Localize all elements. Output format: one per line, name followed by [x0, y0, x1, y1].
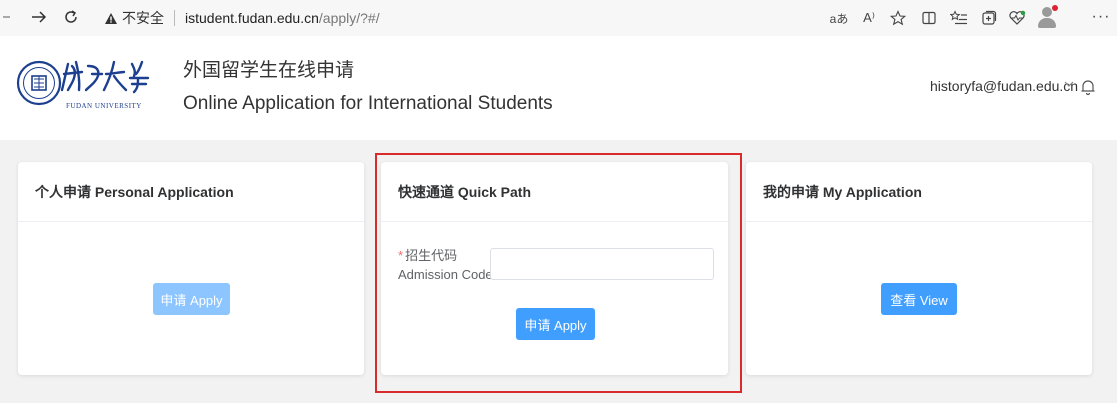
- my-application-title: 我的申请 My Application: [746, 162, 1092, 222]
- profile-head: [1042, 7, 1052, 17]
- url-path: /apply/?#/: [318, 10, 380, 26]
- my-application-card: 我的申请 My Application 查看 View: [746, 162, 1092, 375]
- insecure-label: 不安全: [122, 10, 164, 26]
- warning-icon: [105, 12, 117, 24]
- insecure-indicator[interactable]: 不安全: [104, 8, 164, 28]
- site-title-en: Online Application for International Stu…: [183, 93, 553, 114]
- view-button[interactable]: 查看 View: [881, 283, 957, 315]
- notification-dot: [1052, 5, 1058, 11]
- more-icon[interactable]: ···: [1090, 6, 1112, 28]
- refresh-icon[interactable]: [60, 6, 82, 28]
- browser-toolbar: 不安全 istudent.fudan.edu.cn/apply/?#/ aあ A…: [0, 0, 1117, 36]
- highlight-box: [375, 153, 742, 393]
- address-bar[interactable]: 不安全 istudent.fudan.edu.cn/apply/?#/: [96, 3, 786, 33]
- profile-icon[interactable]: [1036, 5, 1058, 29]
- text-size-icon[interactable]: A⁾: [858, 7, 880, 29]
- fudan-logo: FUDAN UNIVERSITY: [16, 60, 150, 110]
- profile-body: [1038, 18, 1056, 28]
- url-host: istudent.fudan.edu.cn: [185, 10, 319, 26]
- personal-apply-button[interactable]: 申请 Apply: [153, 283, 230, 315]
- read-aloud-icon[interactable]: aあ: [828, 7, 850, 29]
- favorites-list-icon[interactable]: [948, 7, 970, 29]
- back-arrow-icon[interactable]: [0, 6, 14, 28]
- personal-application-card: 个人申请 Personal Application 申请 Apply: [18, 162, 364, 375]
- site-titles: 外国留学生在线申请 Online Application for Interna…: [183, 58, 553, 117]
- logo-text: FUDAN UNIVERSITY: [66, 102, 142, 110]
- bell-icon[interactable]: [1080, 78, 1096, 96]
- chevron-down-icon[interactable]: [1064, 80, 1074, 88]
- star-icon[interactable]: [887, 7, 909, 29]
- forward-arrow-icon[interactable]: [28, 6, 50, 28]
- address-divider: [174, 10, 175, 26]
- heart-pulse-icon[interactable]: [1006, 7, 1028, 29]
- collections-icon[interactable]: [978, 7, 1000, 29]
- site-title-cn: 外国留学生在线申请: [183, 60, 355, 81]
- user-email[interactable]: historyfa@fudan.edu.cn: [930, 78, 1078, 94]
- split-screen-icon[interactable]: [918, 7, 940, 29]
- my-application-body: 查看 View: [746, 222, 1092, 374]
- personal-application-body: 申请 Apply: [18, 222, 364, 374]
- personal-application-title: 个人申请 Personal Application: [18, 162, 364, 222]
